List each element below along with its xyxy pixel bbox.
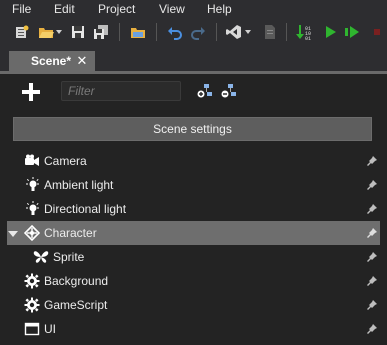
- add-entity-button[interactable]: [20, 81, 42, 103]
- menu-help[interactable]: Help: [207, 0, 232, 18]
- new-project-icon[interactable]: [14, 24, 30, 40]
- toolbar: 01 10 01: [0, 18, 387, 46]
- tree-item-label: UI: [44, 322, 56, 336]
- tree-item-label: Ambient light: [44, 178, 114, 192]
- entity-icon: [24, 225, 40, 241]
- tree-item-ui[interactable]: UI: [7, 317, 380, 341]
- scene-settings-button[interactable]: Scene settings: [13, 117, 372, 141]
- menu-file[interactable]: File: [12, 0, 31, 18]
- menu-project[interactable]: Project: [98, 0, 135, 18]
- filter-bar: [0, 74, 387, 108]
- pin-icon[interactable]: [366, 155, 378, 167]
- undo-icon[interactable]: [167, 24, 183, 40]
- browse-folder-icon[interactable]: [130, 24, 146, 40]
- open-folder-icon[interactable]: [38, 24, 54, 40]
- light-bulb-icon: [24, 177, 40, 193]
- tree-item-camera[interactable]: Camera: [7, 149, 380, 173]
- toolbar-separator: [216, 23, 217, 41]
- gear-icon: [24, 273, 40, 289]
- butterfly-icon: [33, 249, 49, 265]
- save-all-icon[interactable]: [93, 24, 109, 40]
- pin-icon[interactable]: [366, 275, 378, 287]
- build-icon[interactable]: 01 10 01: [296, 24, 316, 40]
- stop-icon[interactable]: [369, 24, 385, 40]
- tab-scene-label: Scene*: [31, 54, 72, 68]
- menu-bar: File Edit Project View Help: [0, 0, 387, 18]
- menu-view[interactable]: View: [159, 0, 185, 18]
- pin-icon[interactable]: [366, 203, 378, 215]
- play-icon[interactable]: [322, 24, 338, 40]
- toolbar-separator: [119, 23, 120, 41]
- scene-panel: Scene settings Camera Ambient light: [0, 74, 387, 345]
- expand-all-icon[interactable]: [197, 83, 213, 99]
- collapse-all-icon[interactable]: [221, 83, 237, 99]
- document-tab-strip: Scene* ✕: [0, 46, 387, 74]
- pin-icon[interactable]: [366, 251, 378, 263]
- tree-item-directional-light[interactable]: Directional light: [7, 197, 380, 221]
- gear-icon: [24, 297, 40, 313]
- window-icon: [24, 321, 40, 337]
- tree-item-background[interactable]: Background: [7, 269, 380, 293]
- toolbar-separator: [156, 23, 157, 41]
- pin-icon[interactable]: [366, 227, 378, 239]
- filter-input[interactable]: [61, 81, 181, 101]
- redo-icon[interactable]: [190, 24, 206, 40]
- expand-chevron-icon[interactable]: [8, 228, 18, 238]
- visual-studio-icon[interactable]: [226, 24, 242, 40]
- ide-dropdown-chevron-icon[interactable]: [243, 24, 253, 40]
- tree-item-label: Directional light: [44, 202, 127, 216]
- pin-icon[interactable]: [366, 323, 378, 335]
- light-bulb-icon: [24, 201, 40, 217]
- save-icon[interactable]: [70, 24, 86, 40]
- toolbar-separator: [286, 23, 287, 41]
- pin-icon[interactable]: [366, 299, 378, 311]
- tree-item-label: Sprite: [53, 250, 85, 264]
- tree-item-label: GameScript: [44, 298, 108, 312]
- tab-scene[interactable]: Scene* ✕: [9, 51, 95, 71]
- menu-edit[interactable]: Edit: [54, 0, 75, 18]
- tree-item-ambient-light[interactable]: Ambient light: [7, 173, 380, 197]
- tree-item-label: Character: [44, 226, 97, 240]
- tree-item-sprite[interactable]: Sprite: [7, 245, 380, 269]
- tree-item-character[interactable]: Character: [7, 221, 380, 245]
- tree-item-gamescript[interactable]: GameScript: [7, 293, 380, 317]
- tree-item-label: Background: [44, 274, 109, 288]
- camera-icon: [24, 153, 40, 169]
- tree-item-label: Camera: [44, 154, 87, 168]
- debug-play-icon[interactable]: [344, 24, 360, 40]
- pin-icon[interactable]: [366, 179, 378, 191]
- script-page-icon[interactable]: [262, 24, 278, 40]
- close-icon[interactable]: ✕: [75, 54, 89, 68]
- svg-text:01: 01: [305, 36, 311, 40]
- open-dropdown-chevron-icon[interactable]: [54, 24, 64, 40]
